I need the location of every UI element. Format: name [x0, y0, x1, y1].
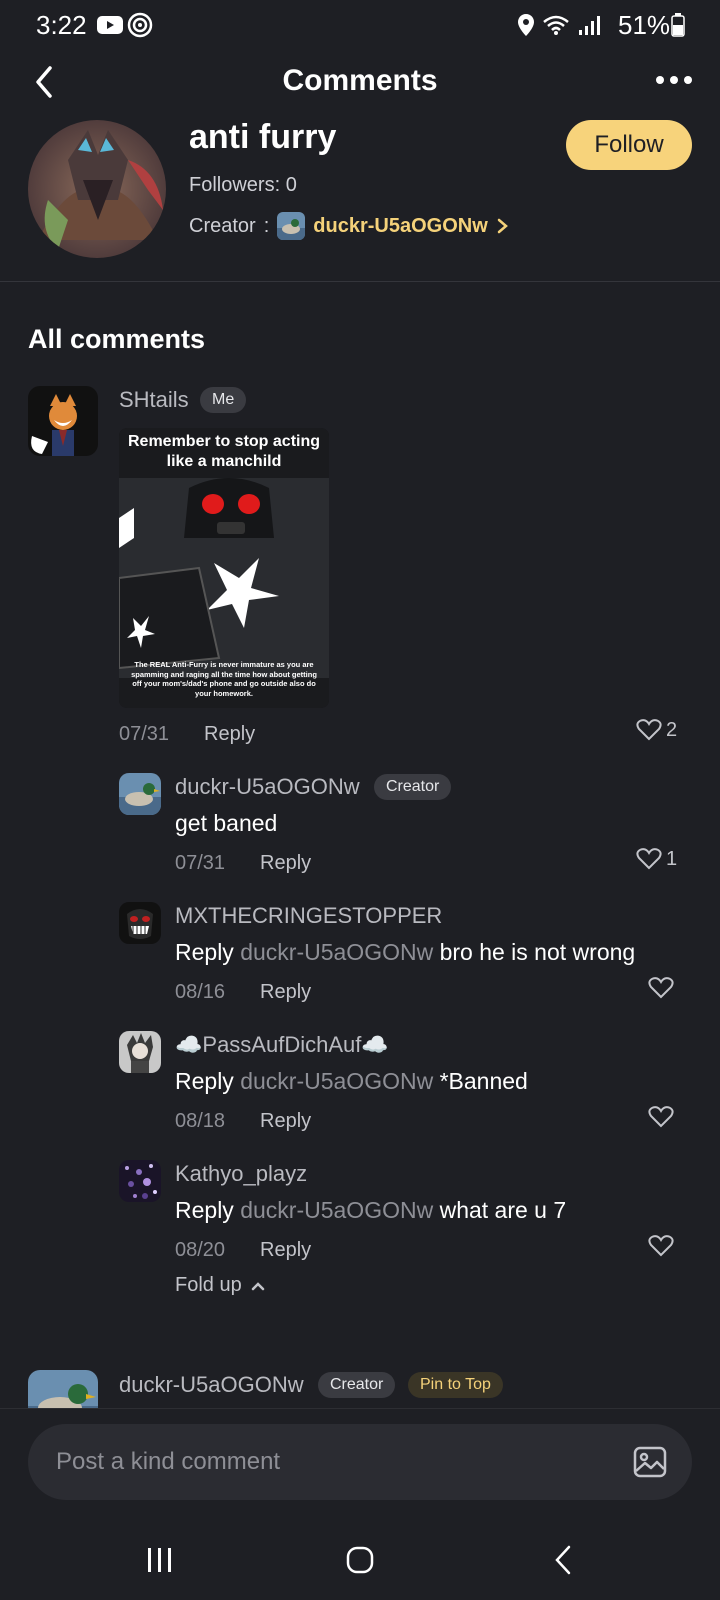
- reply-date: 08/16: [175, 981, 226, 1003]
- meme-top-text-1: Remember to stop acting: [127, 433, 321, 450]
- follow-button[interactable]: Follow: [566, 120, 692, 170]
- reply-username[interactable]: ☁️PassAufDichAuf☁️: [175, 1032, 389, 1058]
- reply-prefix: Reply: [175, 939, 234, 965]
- next-comment: duckr-U5aOGONw Creator Pin to Top: [0, 1360, 720, 1408]
- heart-icon: [648, 1106, 674, 1128]
- heart-icon: [648, 977, 674, 999]
- chevron-up-icon: [251, 1281, 264, 1290]
- meme-bottom-text-2: spamming and raging all the time how abo…: [131, 669, 317, 679]
- fold-up-label: Fold up: [175, 1274, 242, 1296]
- radar-icon: [126, 12, 154, 38]
- like-count: 2: [666, 718, 678, 741]
- nav-back-button[interactable]: [534, 1540, 594, 1580]
- comment-input-bar: [28, 1424, 692, 1500]
- dot-icon: [684, 76, 692, 84]
- section-title: All comments: [28, 324, 206, 354]
- like-button[interactable]: 2: [636, 718, 677, 742]
- reply-username[interactable]: Kathyo_playz: [175, 1161, 307, 1187]
- page-title: Comments: [282, 64, 438, 97]
- creator-avatar: [277, 212, 306, 240]
- divider: [0, 1408, 720, 1409]
- reply-text: Reply duckr-U5aOGONw what are u 7: [175, 1197, 566, 1224]
- commenter-avatar[interactable]: [28, 1370, 98, 1408]
- pin-badge: Pin to Top: [408, 1372, 503, 1398]
- reply-avatar[interactable]: [119, 902, 161, 944]
- back-icon: [555, 1545, 571, 1575]
- reply-body: bro he is not wrong: [439, 939, 636, 965]
- status-time: 3:22: [36, 10, 87, 40]
- home-button[interactable]: [330, 1540, 390, 1580]
- wifi-icon: [542, 12, 570, 38]
- heart-icon: [636, 848, 662, 870]
- profile-name: anti furry: [189, 118, 337, 156]
- like-button[interactable]: [648, 976, 674, 1000]
- mention-link[interactable]: duckr-U5aOGONw: [240, 1068, 433, 1094]
- reply-username[interactable]: MXTHECRINGESTOPPER: [175, 903, 442, 929]
- creator-name-link[interactable]: duckr-U5aOGONw: [313, 215, 487, 238]
- commenter-avatar[interactable]: [28, 386, 98, 456]
- image-icon: [633, 1446, 667, 1478]
- recent-apps-button[interactable]: [130, 1540, 190, 1580]
- creator-separator: :: [263, 214, 270, 237]
- like-count: 1: [666, 847, 678, 870]
- reply-button[interactable]: Reply: [260, 1239, 311, 1262]
- like-button[interactable]: [648, 1234, 674, 1258]
- home-icon: [346, 1546, 374, 1574]
- comment-input[interactable]: [56, 1424, 616, 1500]
- dot-icon: [670, 76, 678, 84]
- profile-avatar[interactable]: [28, 120, 166, 258]
- more-options-button[interactable]: [650, 64, 698, 96]
- reply-text: Reply duckr-U5aOGONw bro he is not wrong: [175, 939, 635, 966]
- like-button[interactable]: [648, 1105, 674, 1129]
- creator-row[interactable]: Creator : duckr-U5aOGONw: [189, 212, 510, 240]
- comment-username[interactable]: duckr-U5aOGONw: [119, 1372, 304, 1398]
- dot-icon: [656, 76, 664, 84]
- meme-top-text-2: like a manchild: [166, 453, 282, 470]
- reply-prefix: Reply: [175, 1068, 234, 1094]
- reply-button[interactable]: Reply: [204, 723, 255, 746]
- recent-apps-icon: [148, 1548, 171, 1572]
- chevron-right-icon: [497, 218, 508, 234]
- followers-count: Followers: 0: [189, 174, 297, 196]
- meme-bottom-text-4: your homework.: [195, 688, 253, 698]
- reply-date: 08/18: [175, 1110, 226, 1132]
- mention-link[interactable]: duckr-U5aOGONw: [240, 1197, 433, 1223]
- reply-button[interactable]: Reply: [260, 981, 311, 1004]
- reply-date: 08/20: [175, 1239, 226, 1261]
- reply-text: get baned: [175, 810, 277, 837]
- reply-button[interactable]: Reply: [260, 852, 311, 875]
- reply-body: what are u 7: [439, 1197, 567, 1223]
- me-badge: Me: [200, 387, 247, 413]
- meme-bottom-text-1: The REAL Anti-Furry is never immature as…: [134, 660, 314, 669]
- reply-avatar[interactable]: [119, 773, 161, 815]
- reply-body: get baned: [175, 810, 278, 836]
- creator-badge: Creator: [318, 1372, 396, 1398]
- reply-username[interactable]: duckr-U5aOGONw: [175, 774, 360, 800]
- mention-link[interactable]: duckr-U5aOGONw: [240, 939, 433, 965]
- comment-date: 07/31: [119, 723, 170, 745]
- image-upload-button[interactable]: [632, 1444, 668, 1480]
- youtube-icon: [96, 12, 124, 38]
- reply-prefix: Reply: [175, 1197, 234, 1223]
- creator-badge: Creator: [374, 774, 452, 800]
- comment-image[interactable]: Remember to stop acting like a manchild …: [119, 428, 329, 708]
- battery-percent: 51%: [618, 10, 671, 40]
- heart-icon: [648, 1235, 674, 1257]
- reply-avatar[interactable]: [119, 1160, 161, 1202]
- reply-date: 07/31: [175, 852, 226, 874]
- comment-username[interactable]: SHtails: [119, 387, 189, 413]
- reply-button[interactable]: Reply: [260, 1110, 311, 1133]
- creator-label: Creator: [189, 214, 256, 237]
- reply-body: *Banned: [439, 1068, 528, 1094]
- signal-icon: [576, 12, 604, 38]
- location-icon: [512, 12, 540, 38]
- meme-bottom-text-3: off your mom's/dad's phone and go outsid…: [132, 679, 316, 688]
- reply-avatar[interactable]: [119, 1031, 161, 1073]
- fold-up-button[interactable]: Fold up: [175, 1274, 266, 1297]
- like-button[interactable]: 1: [636, 847, 677, 871]
- heart-icon: [636, 719, 662, 741]
- battery-icon: [670, 12, 686, 38]
- reply-text: Reply duckr-U5aOGONw *Banned: [175, 1068, 528, 1095]
- divider: [0, 281, 720, 282]
